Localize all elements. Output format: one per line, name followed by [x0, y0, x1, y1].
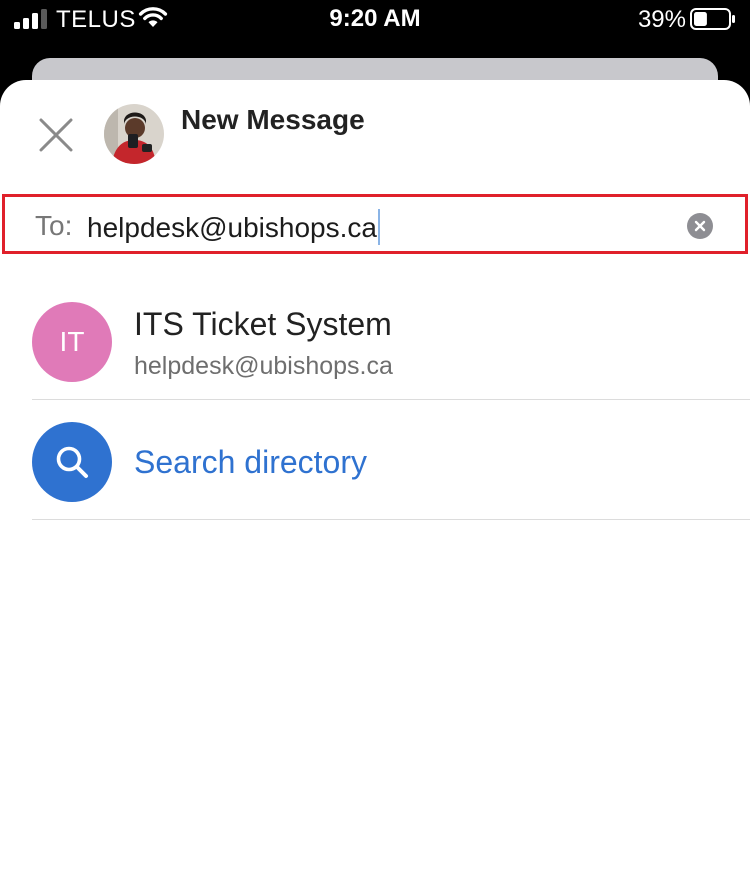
page-title: New Message	[181, 104, 365, 135]
recipient-input[interactable]: helpdesk@ubishops.ca	[87, 209, 380, 245]
close-icon	[39, 118, 73, 152]
avatar-photo	[104, 104, 164, 164]
search-icon	[56, 446, 88, 478]
close-button[interactable]	[36, 115, 76, 155]
text-caret	[377, 209, 380, 245]
contact-suggestion[interactable]: IT ITS Ticket System helpdesk@ubishops.c…	[0, 280, 750, 400]
search-directory-button[interactable]: Search directory	[0, 400, 750, 520]
divider	[32, 519, 750, 520]
status-bar: TELUS 9:20 AM 39%	[0, 0, 750, 40]
search-icon-circle	[32, 422, 112, 502]
contact-email: helpdesk@ubishops.ca	[134, 352, 393, 380]
battery-icon	[690, 8, 735, 30]
profile-avatar[interactable]	[104, 104, 164, 164]
clear-icon	[694, 220, 706, 232]
search-directory-label: Search directory	[134, 444, 367, 480]
to-label: To:	[35, 210, 73, 241]
to-field[interactable]: To: helpdesk@ubishops.ca	[2, 194, 748, 254]
compose-sheet: New Message To: helpdesk@ubishops.ca IT …	[0, 80, 750, 891]
battery-percent: 39%	[637, 6, 686, 33]
recipient-input-value: helpdesk@ubishops.ca	[87, 212, 377, 243]
contact-name: ITS Ticket System	[134, 306, 392, 342]
contact-avatar: IT	[32, 302, 112, 382]
clear-button[interactable]	[687, 213, 713, 239]
